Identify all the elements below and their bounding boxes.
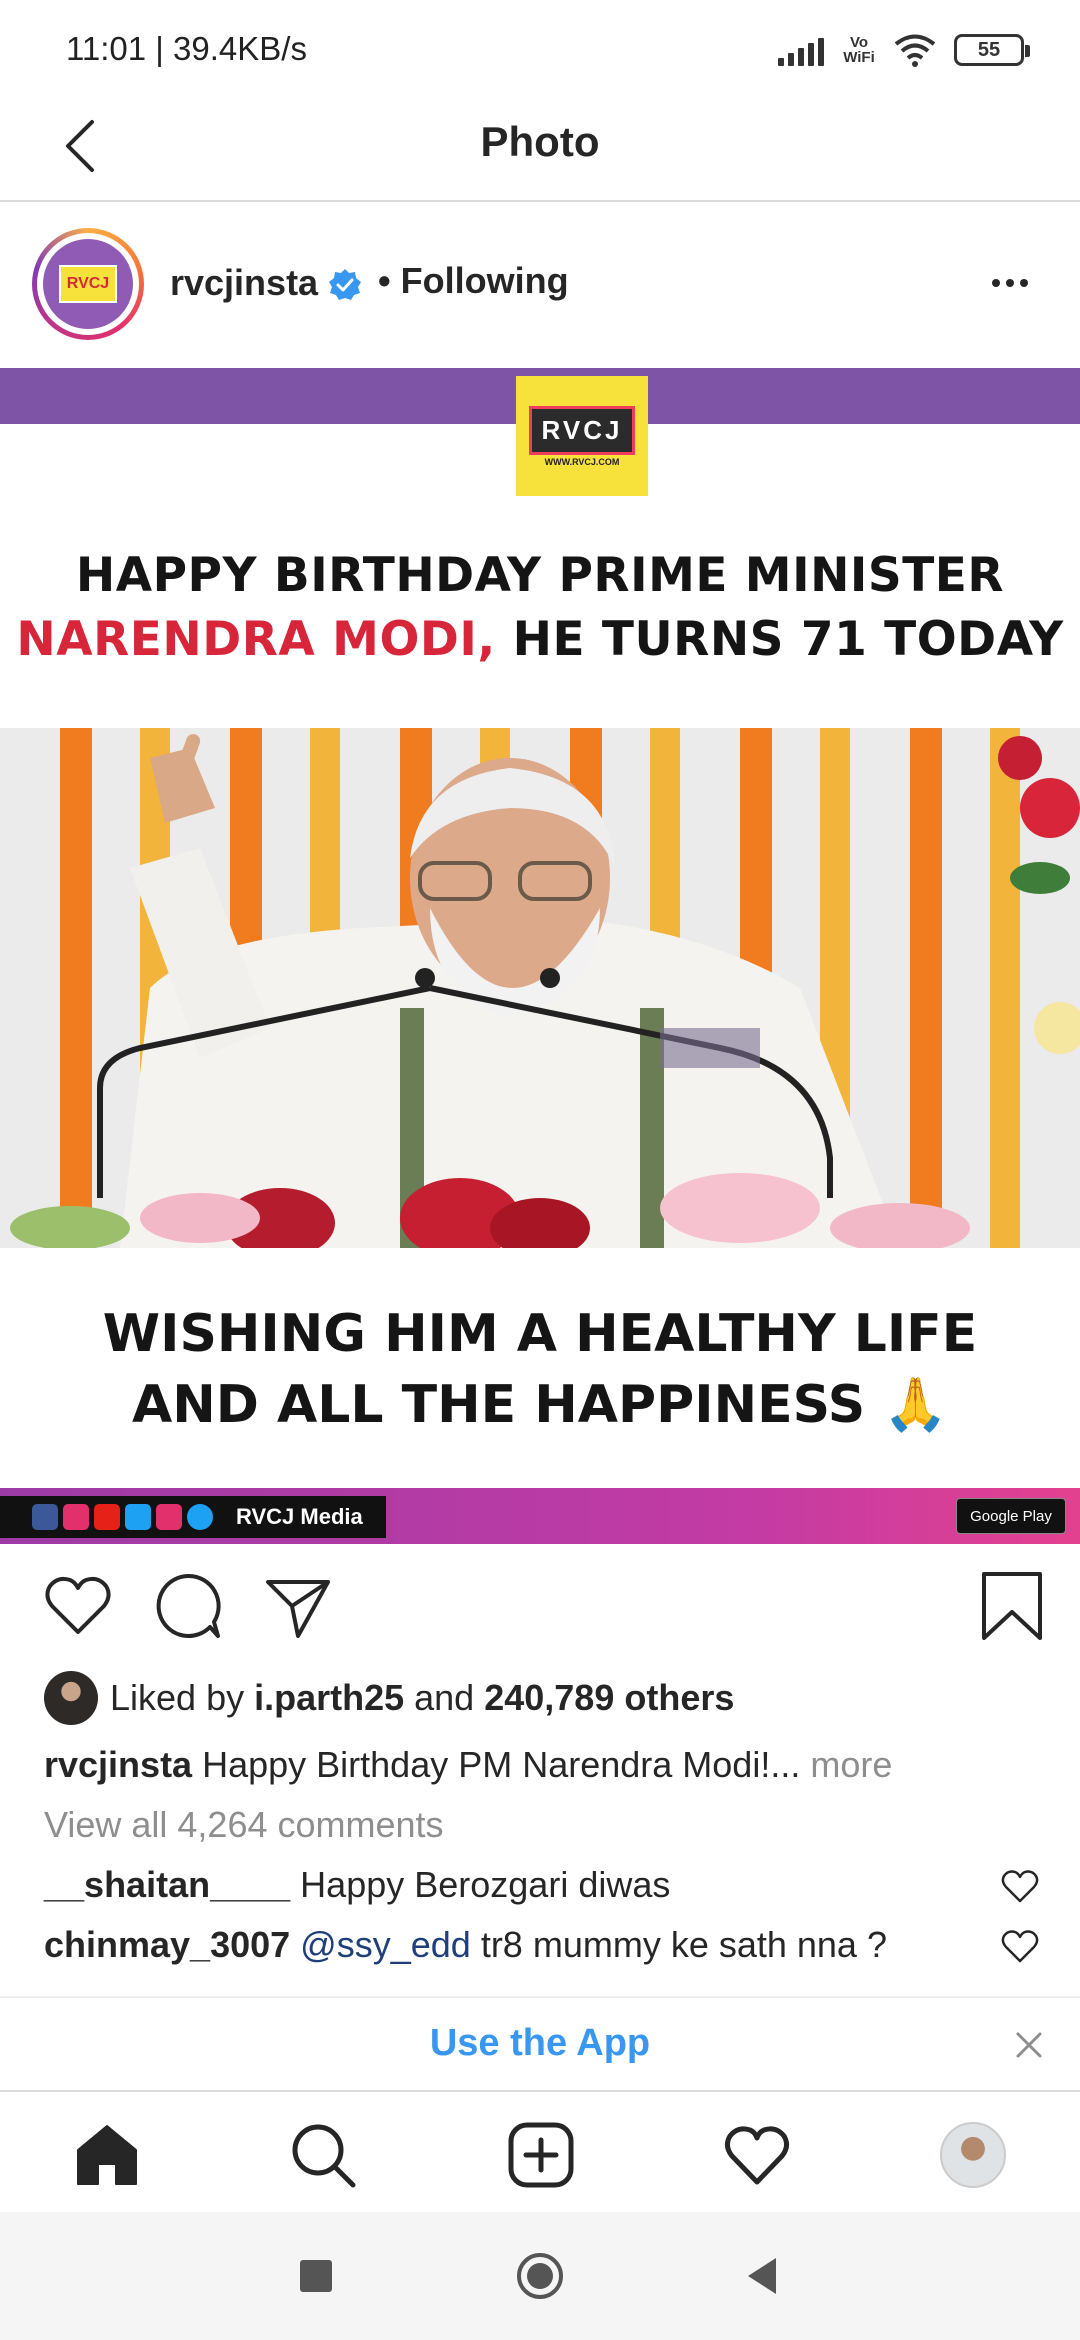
system-navigation-bar [0,2212,1080,2340]
author-username[interactable]: rvcjinsta [170,262,318,304]
app-icon [156,1504,182,1530]
bottom-tab-bar [0,2090,1080,2212]
activity-heart-icon[interactable] [722,2120,792,2190]
more-options-button[interactable] [980,268,1040,298]
more-dot-icon [992,279,1000,287]
close-icon [1016,2032,1042,2058]
bottom-brand-band: RVCJ Media Google Play [0,1488,1080,1544]
wish-line-1: WISHING HIM A HEALTHY LIFE [102,1304,978,1364]
avatar-logo: RVCJ [43,239,133,329]
rvcj-logo-subtext: WWW.RVCJ.COM [544,456,620,467]
comment-text: Happy Berozgari diwas [290,1864,671,1905]
rvcj-logo-text: RVCJ [528,405,636,455]
avatar-logo-text: RVCJ [58,265,118,303]
comment-mention[interactable]: @ssy_edd [290,1924,471,1965]
headline-line-2: NARENDRA MODI, HE TURNS 71 TODAY [0,612,1080,667]
battery-indicator: 55 [954,34,1030,66]
search-icon[interactable] [288,2120,358,2190]
comment-username[interactable]: chinmay_3007 [44,1924,290,1965]
caption-more-link[interactable]: more [800,1744,892,1785]
comment-username[interactable]: __shaitan____ [44,1864,290,1905]
more-dot-icon [1020,279,1028,287]
headline-line-1: HAPPY BIRTHDAY PRIME MINISTER [75,548,1005,603]
wish-line-2: AND ALL THE HAPPINESS 🙏 [131,1375,949,1435]
recent-apps-icon[interactable] [292,2252,340,2300]
post-caption: rvcjinsta Happy Birthday PM Narendra Mod… [44,1744,892,1786]
use-app-banner: Use the App [0,1996,1080,2090]
twitter-icon [125,1504,151,1530]
comment-icon[interactable] [152,1570,224,1642]
page-title: Photo [480,118,600,165]
rvcj-logo: RVCJ WWW.RVCJ.COM [516,376,648,496]
post-header: RVCJ rvcjinsta • Following [0,202,1080,368]
signal-icon [778,34,824,66]
following-label[interactable]: • Following [378,260,569,302]
author-avatar[interactable]: RVCJ [32,228,144,340]
more-dot-icon [1006,279,1014,287]
instagram-icon [63,1504,89,1530]
speech-photo [0,728,1080,1248]
likes-text: Liked by i.parth25 and 240,789 others [110,1677,735,1718]
home-icon[interactable] [72,2120,142,2190]
view-all-comments-link[interactable]: View all 4,264 comments [44,1804,444,1846]
comment-text: tr8 mummy ke sath nna ? [470,1924,887,1965]
verified-badge-icon [329,269,361,300]
vowifi-label: Vo WiFi [843,34,875,66]
like-heart-icon[interactable] [42,1570,114,1642]
caption-username[interactable]: rvcjinsta [44,1744,192,1785]
status-icons: Vo WiFi 55 [778,30,1030,70]
likes-row[interactable]: Liked by i.parth25 and 240,789 others [44,1668,734,1728]
back-triangle-icon[interactable] [740,2252,788,2300]
banner-close-button[interactable] [1004,2020,1054,2070]
footer-brand: RVCJ Media [236,1504,363,1529]
google-play-badge: Google Play [956,1498,1066,1534]
social-strip: RVCJ Media [0,1496,386,1538]
status-bar: 11:01 | 39.4KB/s Vo WiFi 55 [0,0,1080,96]
speaker-illustration [10,734,1080,1248]
home-circle-icon[interactable] [516,2252,564,2300]
likes-count[interactable]: 240,789 others [484,1677,734,1718]
headline-name: NARENDRA MODI, [16,612,496,667]
play-icon [187,1504,213,1530]
profile-avatar[interactable] [940,2122,1006,2188]
youtube-icon [94,1504,120,1530]
wifi-icon [894,34,936,67]
new-post-icon[interactable] [506,2120,576,2190]
top-header: Photo [0,96,1080,202]
bookmark-icon[interactable] [976,1570,1048,1642]
post-actions [0,1544,1080,1672]
use-app-link[interactable]: Use the App [0,2022,1080,2065]
status-time: 11:01 | 39.4KB/s [66,30,307,67]
liker-avatar [44,1671,98,1725]
comment-item: chinmay_3007 @ssy_edd tr8 mummy ke sath … [44,1924,887,1966]
post-image[interactable]: RVCJ WWW.RVCJ.COM HAPPY BIRTHDAY PRIME M… [0,368,1080,1544]
share-icon[interactable] [262,1570,334,1642]
caption-text: Happy Birthday PM Narendra Modi!... [192,1744,801,1785]
comment-item: __shaitan____ Happy Berozgari diwas [44,1864,670,1906]
comment-like-heart-icon[interactable] [1000,1866,1040,1906]
facebook-icon [32,1504,58,1530]
headline-rest: HE TURNS 71 TODAY [495,612,1064,667]
comment-like-heart-icon[interactable] [1000,1926,1040,1966]
liker-username[interactable]: i.parth25 [254,1677,404,1718]
